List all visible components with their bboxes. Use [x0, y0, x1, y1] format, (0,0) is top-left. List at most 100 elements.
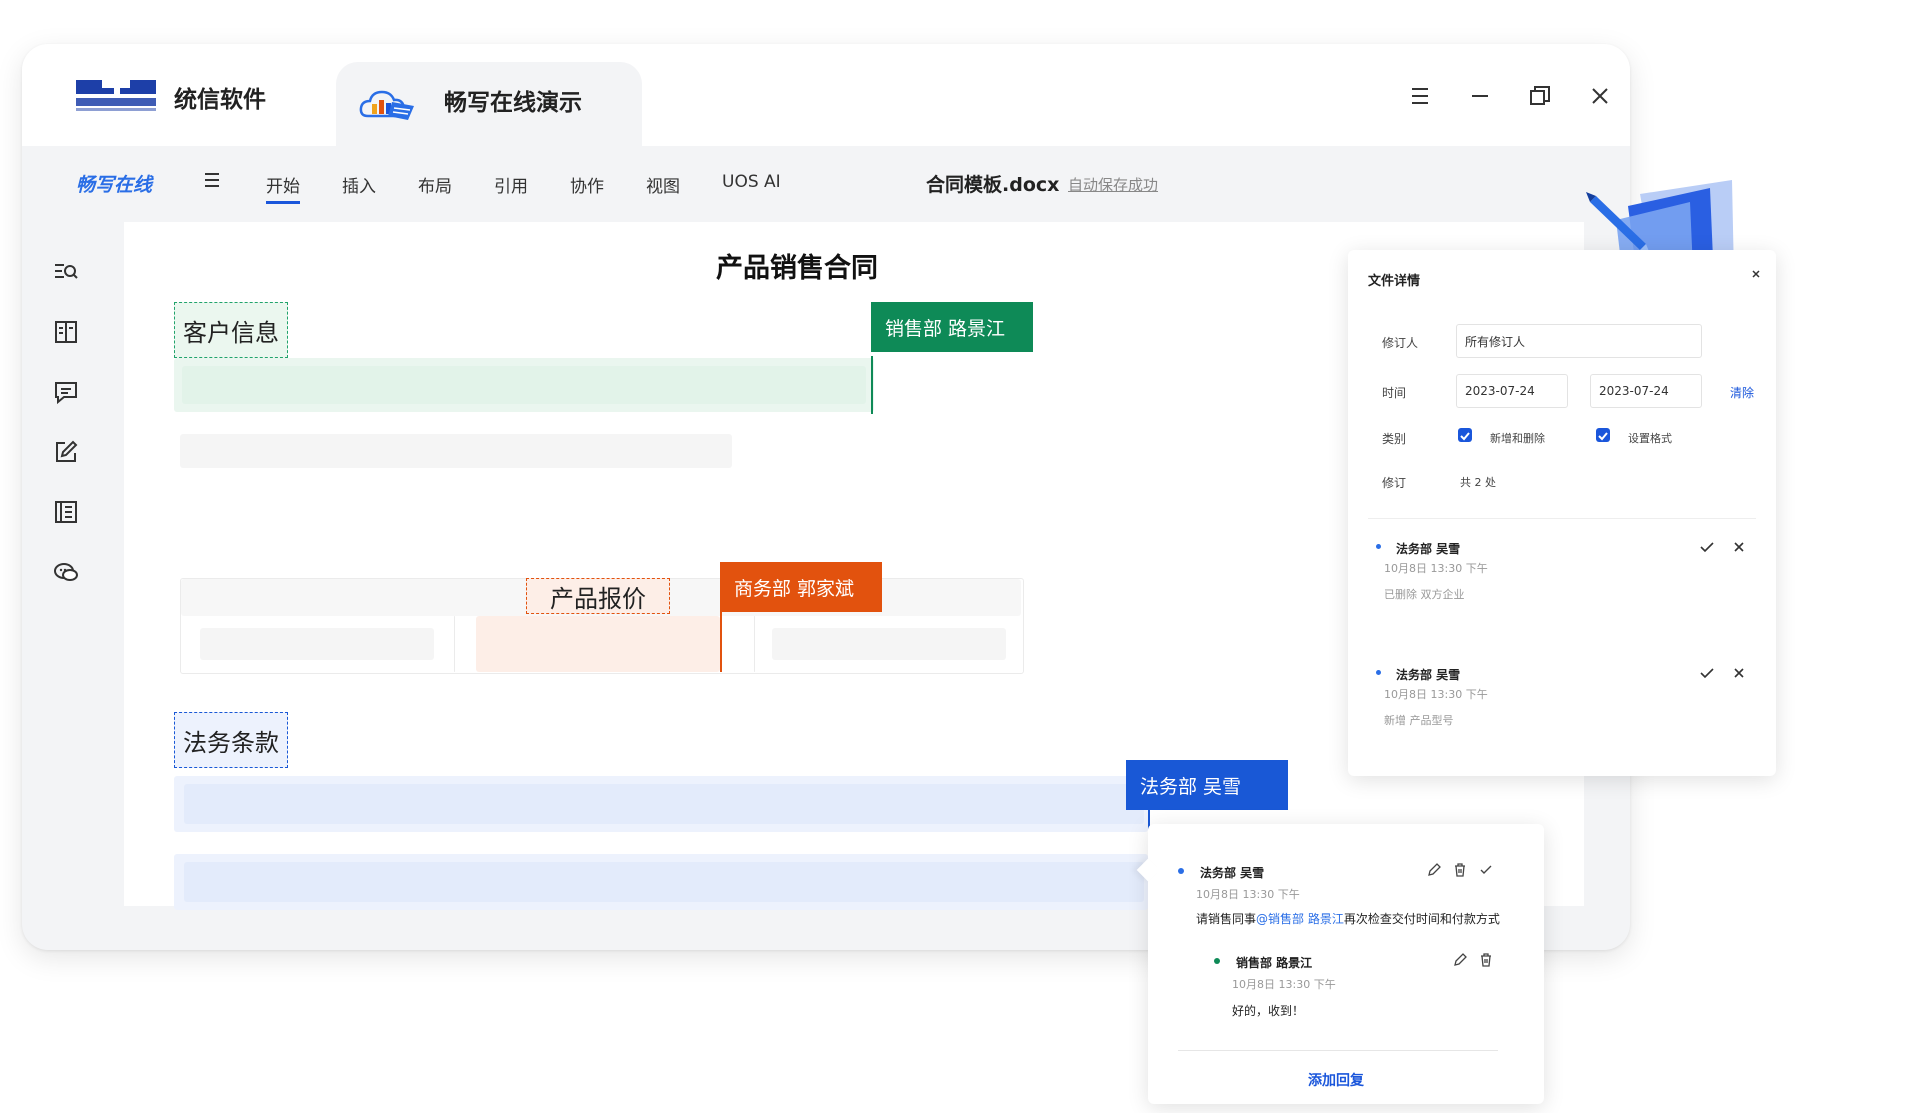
ribbon-menu-button[interactable]: [202, 170, 222, 192]
comment-author: 法务部 吴雪: [1200, 866, 1265, 880]
revision-dot: [1376, 544, 1381, 549]
sidebar-revisions-button[interactable]: [52, 498, 80, 526]
section-pricing[interactable]: 产品报价: [526, 578, 670, 614]
restore-icon: [1530, 86, 1550, 105]
tag-legal-label: 法务部 吴雪: [1140, 775, 1242, 798]
section-customer-info[interactable]: 客户信息: [174, 302, 288, 358]
section-legal-label: 法务条款: [183, 728, 279, 757]
tab-app[interactable]: 畅写在线演示: [336, 62, 642, 146]
pricing-cell-3: [772, 628, 1006, 660]
reject-revision-button[interactable]: [1730, 538, 1748, 556]
section-pricing-label: 产品报价: [550, 584, 646, 613]
revision-author: 法务部 吴雪: [1396, 668, 1461, 682]
sidebar-comments-button[interactable]: [52, 378, 80, 406]
add-reply-button[interactable]: 添加回复: [1308, 1070, 1364, 1090]
sidebar-outline-button[interactable]: [52, 318, 80, 346]
revision-author: 法务部 吴雪: [1396, 542, 1461, 556]
save-status: 自动保存成功: [1068, 176, 1159, 194]
sales-tag-line: [871, 356, 873, 414]
customer-field-placeholder: [182, 366, 866, 404]
check-icon: [1480, 865, 1492, 874]
checkbox-add-delete[interactable]: [1458, 428, 1472, 442]
sidebar-edit-button[interactable]: [52, 438, 80, 466]
category-label: 类别: [1382, 432, 1407, 446]
customer-line-placeholder: [180, 434, 732, 468]
delete-reply-button[interactable]: [1478, 952, 1494, 968]
resolve-comment-button[interactable]: [1478, 862, 1494, 878]
section-customer-label: 客户信息: [183, 318, 279, 347]
comment-text-prefix: 请销售同事: [1196, 912, 1257, 926]
pricing-col-divider-1: [454, 616, 455, 672]
minimize-icon: [1472, 95, 1488, 97]
revision-label: 修订: [1382, 476, 1407, 490]
legal-field-placeholder-2: [184, 862, 1144, 902]
reviser-label: 修订人: [1382, 336, 1419, 350]
tag-legal: 法务部 吴雪: [1126, 760, 1288, 810]
revision-item-2[interactable]: 法务部 吴雪 10月8日 13:30 下午 新增 产品型号: [1368, 664, 1756, 744]
window-menu-button[interactable]: [1400, 76, 1440, 116]
comment-divider: [1178, 1050, 1498, 1051]
edit-reply-button[interactable]: [1452, 952, 1468, 968]
reply-dot: [1214, 958, 1220, 964]
comment-text-suffix: 再次检查交付时间和付款方式: [1343, 912, 1500, 926]
uos-logo: [74, 78, 158, 114]
check-icon: [1598, 432, 1608, 441]
delete-comment-button[interactable]: [1452, 862, 1468, 878]
reply-time: 10月8日 13:30 下午: [1232, 978, 1336, 991]
accept-revision-button[interactable]: [1698, 538, 1716, 556]
reply-text: 好的，收到！: [1232, 1004, 1305, 1018]
hamburger-icon: [205, 173, 219, 187]
trash-icon: [1481, 953, 1491, 967]
comment-time: 10月8日 13:30 下午: [1196, 888, 1300, 901]
section-legal[interactable]: 法务条款: [174, 712, 288, 768]
pricing-col-divider-2: [754, 616, 755, 672]
details-title: 文件详情: [1368, 274, 1421, 289]
brand-label[interactable]: 畅写在线: [76, 170, 152, 197]
menu-reference[interactable]: 引用: [494, 172, 528, 197]
document-title: 产品销售合同: [716, 253, 878, 284]
sidebar-search-button[interactable]: [52, 258, 80, 286]
ribbon: 畅写在线 开始 插入 布局 引用 协作 视图 UOS AI 合同模板.docx …: [22, 146, 1630, 222]
close-window-button[interactable]: [1580, 76, 1620, 116]
hamburger-icon: [1412, 88, 1428, 104]
details-close-button[interactable]: [1748, 266, 1764, 282]
edit-comment-button[interactable]: [1426, 862, 1442, 878]
clear-date-link[interactable]: 清除: [1730, 384, 1754, 401]
comment-text: 请销售同事@销售部 路景江再次检查交付时间和付款方式: [1196, 910, 1536, 927]
pencil-icon: [1428, 863, 1441, 876]
reject-revision-button[interactable]: [1730, 664, 1748, 682]
reply-author: 销售部 路景江: [1236, 956, 1313, 970]
revision-item-1[interactable]: 法务部 吴雪 10月8日 13:30 下午 已删除 双方企业: [1368, 538, 1756, 618]
category-add-delete: 新增和删除: [1490, 432, 1545, 445]
menu-start[interactable]: 开始: [266, 172, 300, 204]
close-icon: [1752, 270, 1760, 278]
tag-sales: 销售部 路景江: [871, 302, 1033, 352]
comment-mention[interactable]: @销售部 路景江: [1256, 912, 1344, 926]
checkbox-format[interactable]: [1596, 428, 1610, 442]
revision-time: 10月8日 13:30 下午: [1384, 688, 1488, 701]
search-list-icon: [55, 264, 78, 279]
menu-uos-ai[interactable]: UOS AI: [722, 172, 781, 192]
close-icon: [1734, 668, 1744, 678]
menu-layout[interactable]: 布局: [418, 172, 452, 197]
check-icon: [1700, 668, 1714, 679]
comment-icon: [55, 382, 77, 405]
menu-insert[interactable]: 插入: [342, 172, 376, 197]
reviser-select[interactable]: 所有修订人: [1456, 324, 1702, 358]
date-to-input[interactable]: 2023-07-24: [1590, 374, 1702, 408]
minimize-button[interactable]: [1460, 76, 1500, 116]
tag-sales-label: 销售部 路景江: [885, 317, 1006, 340]
accept-revision-button[interactable]: [1698, 664, 1716, 682]
menu-collaborate[interactable]: 协作: [570, 172, 604, 197]
revision-desc: 已删除 双方企业: [1384, 588, 1465, 601]
trash-icon: [1455, 863, 1465, 877]
comment-card: 法务部 吴雪 10月8日 13:30 下午 请销售同事@销售部 路景江再次检查交…: [1136, 824, 1544, 1104]
close-icon: [1592, 88, 1608, 104]
comment-dot: [1178, 868, 1184, 874]
date-from-input[interactable]: 2023-07-24: [1456, 374, 1568, 408]
menu-view[interactable]: 视图: [646, 172, 680, 197]
close-icon: [1734, 542, 1744, 552]
restore-button[interactable]: [1520, 76, 1560, 116]
app-title: 畅写在线演示: [444, 90, 582, 116]
sidebar-chat-button[interactable]: [52, 558, 80, 586]
